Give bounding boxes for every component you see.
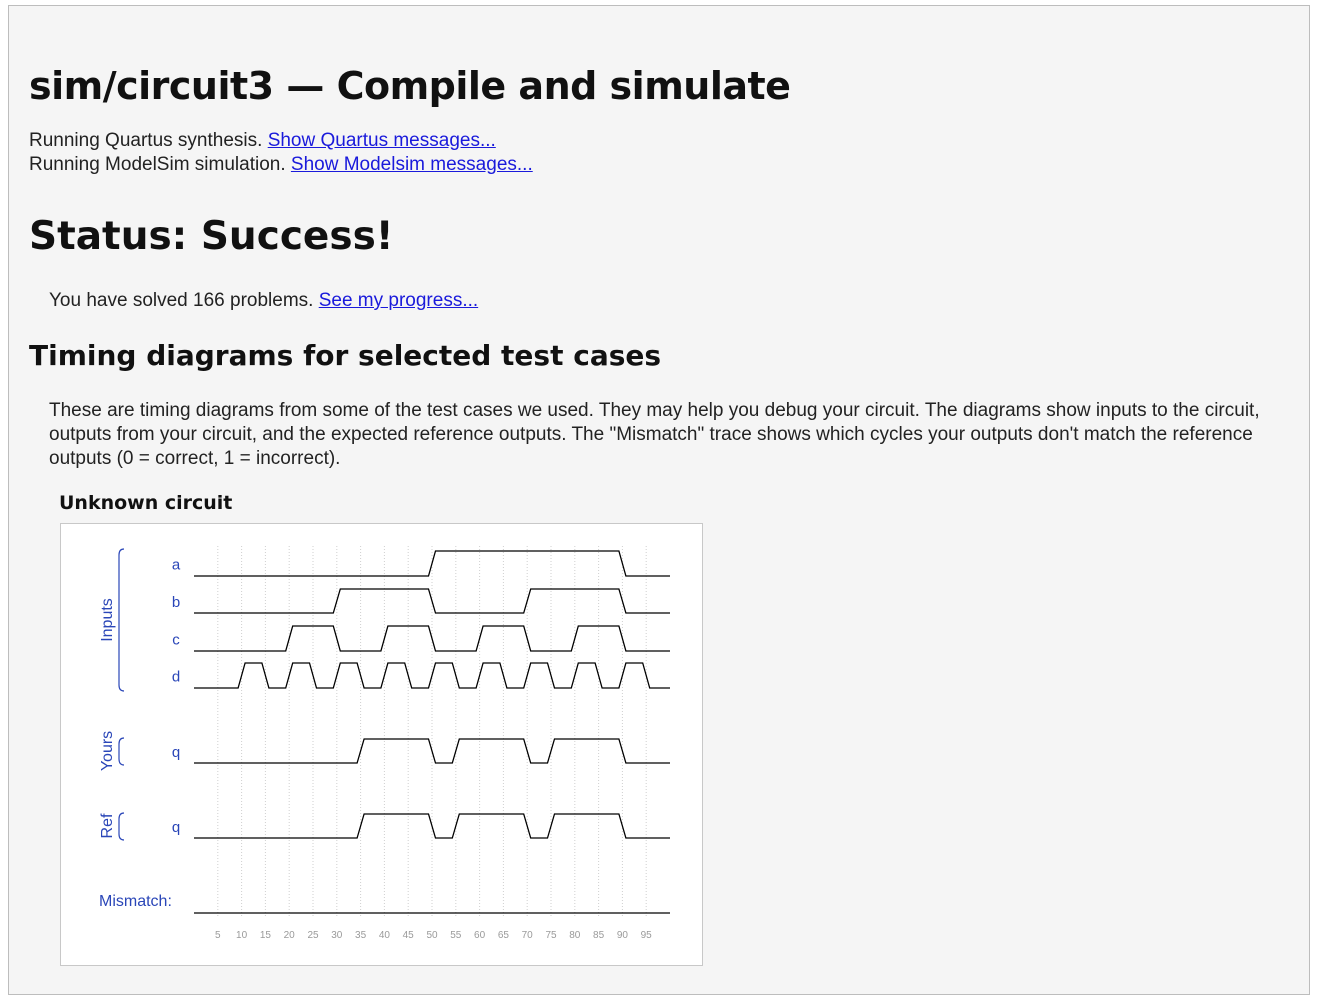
time-tick-label: 30 bbox=[331, 930, 343, 941]
solved-text: You have solved 166 problems. bbox=[49, 290, 319, 311]
waveform-a bbox=[194, 550, 670, 577]
signal-label-a: a bbox=[172, 557, 181, 574]
modelsim-text: Running ModelSim simulation. bbox=[29, 154, 291, 175]
time-tick-label: 20 bbox=[284, 930, 296, 941]
run-status-lines: Running Quartus synthesis. Show Quartus … bbox=[29, 129, 533, 177]
signal-label-q: q bbox=[172, 819, 180, 836]
time-tick-label: 35 bbox=[355, 930, 367, 941]
time-tick-label: 15 bbox=[260, 930, 272, 941]
yours-group-label: Yours bbox=[99, 731, 116, 771]
signal-label-b: b bbox=[172, 594, 180, 611]
show-quartus-messages-link[interactable]: Show Quartus messages... bbox=[268, 130, 496, 151]
page-frame: sim/circuit3 — Compile and simulate Runn… bbox=[8, 5, 1310, 995]
inputs-group-label: Inputs bbox=[99, 598, 116, 642]
waveform-c bbox=[194, 625, 670, 652]
time-tick-label: 90 bbox=[617, 930, 629, 941]
modelsim-line: Running ModelSim simulation. Show Models… bbox=[29, 153, 533, 177]
time-tick-label: 25 bbox=[307, 930, 319, 941]
ref-group-label: Ref bbox=[99, 813, 116, 838]
time-tick-label: 50 bbox=[426, 930, 438, 941]
yours-bracket bbox=[118, 737, 125, 766]
time-tick-label: 80 bbox=[569, 930, 581, 941]
circuit-title: Unknown circuit bbox=[59, 492, 233, 514]
time-tick-label: 75 bbox=[545, 930, 557, 941]
see-progress-link[interactable]: See my progress... bbox=[319, 290, 478, 311]
quartus-text: Running Quartus synthesis. bbox=[29, 130, 268, 151]
time-tick-label: 10 bbox=[236, 930, 248, 941]
signal-label-d: d bbox=[172, 669, 180, 686]
page-title: sim/circuit3 — Compile and simulate bbox=[29, 64, 791, 108]
solved-count: You have solved 166 problems. See my pro… bbox=[49, 290, 478, 312]
signal-label-q: q bbox=[172, 744, 180, 761]
show-modelsim-messages-link[interactable]: Show Modelsim messages... bbox=[291, 154, 533, 175]
timing-description: These are timing diagrams from some of t… bbox=[49, 400, 1260, 469]
time-tick-label: 70 bbox=[522, 930, 534, 941]
timing-heading: Timing diagrams for selected test cases bbox=[29, 339, 662, 372]
quartus-line: Running Quartus synthesis. Show Quartus … bbox=[29, 129, 533, 153]
time-tick-label: 55 bbox=[450, 930, 462, 941]
timing-diagram-svg: 5 10 15 20 25 30 35 40 45 50 55 60 65 70 75 80 85 90 95 a b c… bbox=[99, 546, 670, 941]
ref-bracket bbox=[118, 812, 125, 841]
time-tick-label: 65 bbox=[498, 930, 510, 941]
time-tick-label: 45 bbox=[403, 930, 415, 941]
time-tick-label: 85 bbox=[593, 930, 605, 941]
time-tick-label: 60 bbox=[474, 930, 486, 941]
time-tick-label: 40 bbox=[379, 930, 391, 941]
inputs-bracket bbox=[118, 548, 125, 692]
time-tick-label: 95 bbox=[641, 930, 653, 941]
time-tick-label: 5 bbox=[215, 930, 221, 941]
status-heading: Status: Success! bbox=[29, 214, 394, 259]
signal-label-c: c bbox=[172, 632, 180, 649]
timing-diagram: 5 10 15 20 25 30 35 40 45 50 55 60 65 70 75 80 85 90 95 a b c… bbox=[60, 523, 703, 966]
mismatch-label: Mismatch: bbox=[99, 893, 172, 910]
